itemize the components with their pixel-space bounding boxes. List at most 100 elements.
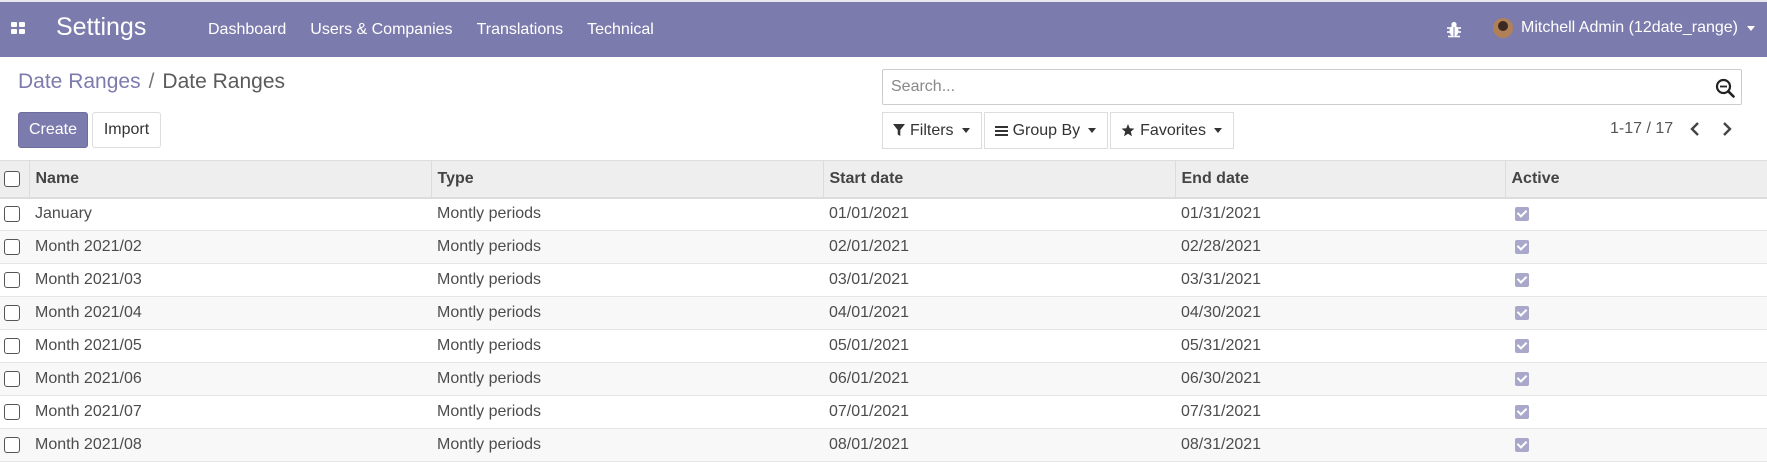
row-checkbox[interactable] [4,271,20,288]
row-checkbox[interactable] [4,436,20,453]
page-title: Date Ranges [162,70,285,93]
column-header-start-date[interactable]: Start date [822,160,1175,198]
search-bar [882,69,1742,105]
table-row[interactable]: Month 2021/07 Montly periods 07/01/2021 … [0,395,1767,429]
cell-name[interactable]: Month 2021/05 [29,329,431,363]
cell-start-date[interactable]: 06/01/2021 [823,362,1175,396]
column-header-end-date[interactable]: End date [1174,160,1505,198]
search-input[interactable] [883,70,1683,104]
bug-icon[interactable] [1446,20,1462,38]
table-row[interactable]: Month 2021/03 Montly periods 03/01/2021 … [0,263,1767,297]
filters-label: Filters [910,121,954,139]
select-all-cell [0,161,29,198]
cell-name[interactable]: January [29,197,431,231]
favorites-label: Favorites [1140,121,1206,139]
cell-active [1505,296,1767,330]
filters-button[interactable]: Filters [882,112,982,149]
cell-end-date[interactable]: 03/31/2021 [1175,263,1505,297]
cell-type[interactable]: Montly periods [431,395,823,429]
cell-name[interactable]: Month 2021/07 [29,395,431,429]
cell-type[interactable]: Montly periods [431,230,823,264]
cell-name[interactable]: Month 2021/02 [29,230,431,264]
table-row[interactable]: Month 2021/04 Montly periods 04/01/2021 … [0,296,1767,330]
row-select-cell [0,362,29,396]
row-checkbox[interactable] [4,304,20,321]
cell-type[interactable]: Montly periods [431,428,823,462]
menu-item-dashboard[interactable]: Dashboard [208,21,286,39]
date-ranges-table: Name Type Start date End date Active Jan… [0,160,1767,462]
chevron-down-icon [1088,128,1097,133]
search-icon[interactable] [1715,78,1735,98]
cell-type[interactable]: Montly periods [431,296,823,330]
select-all-checkbox[interactable] [4,170,20,187]
row-checkbox[interactable] [4,238,20,255]
column-header-type[interactable]: Type [430,160,823,198]
menu-item-users-companies[interactable]: Users & Companies [310,21,452,39]
chevron-left-icon[interactable] [1685,119,1705,139]
cell-name[interactable]: Month 2021/08 [29,428,431,462]
row-checkbox[interactable] [4,370,20,387]
table-row[interactable]: Month 2021/05 Montly periods 05/01/2021 … [0,329,1767,363]
create-button[interactable]: Create [18,112,88,148]
avatar [1493,18,1513,38]
table-row[interactable]: Month 2021/02 Montly periods 02/01/2021 … [0,230,1767,264]
star-icon [1121,124,1135,137]
cell-active [1505,395,1767,429]
apps-menu-icon[interactable] [11,22,26,35]
cell-start-date[interactable]: 07/01/2021 [823,395,1175,429]
row-checkbox[interactable] [4,337,20,354]
cell-start-date[interactable]: 08/01/2021 [823,428,1175,462]
cell-name[interactable]: Month 2021/04 [29,296,431,330]
row-select-cell [0,230,29,264]
menu-item-translations[interactable]: Translations [477,21,564,39]
cell-start-date[interactable]: 02/01/2021 [823,230,1175,264]
cell-start-date[interactable]: 03/01/2021 [823,263,1175,297]
user-menu[interactable]: Mitchell Admin (12date_range) [1493,18,1756,38]
cell-active [1505,230,1767,264]
table-row[interactable]: Month 2021/08 Montly periods 08/01/2021 … [0,428,1767,462]
cell-name[interactable]: Month 2021/03 [29,263,431,297]
cell-end-date[interactable]: 07/31/2021 [1175,395,1505,429]
table-row[interactable]: Month 2021/06 Montly periods 06/01/2021 … [0,362,1767,396]
active-checkbox [1515,305,1529,320]
cell-start-date[interactable]: 04/01/2021 [823,296,1175,330]
menu-item-technical[interactable]: Technical [587,21,654,39]
cell-end-date[interactable]: 06/30/2021 [1175,362,1505,396]
table-row[interactable]: January Montly periods 01/01/2021 01/31/… [0,197,1767,231]
cell-active [1505,263,1767,297]
cell-active [1505,197,1767,231]
cell-type[interactable]: Montly periods [431,329,823,363]
row-checkbox[interactable] [4,206,20,223]
column-header-name[interactable]: Name [28,160,431,198]
pager-value[interactable]: 1-17 / 17 [1610,120,1673,138]
cell-type[interactable]: Montly periods [431,263,823,297]
main-menu: Dashboard Users & Companies Translations… [208,2,678,57]
favorites-button[interactable]: Favorites [1110,112,1234,149]
top-navbar: Settings Dashboard Users & Companies Tra… [0,0,1767,57]
cell-name[interactable]: Month 2021/06 [29,362,431,396]
cell-active [1505,362,1767,396]
cell-end-date[interactable]: 04/30/2021 [1175,296,1505,330]
cell-end-date[interactable]: 08/31/2021 [1175,428,1505,462]
chevron-down-icon [1213,128,1222,133]
cell-start-date[interactable]: 01/01/2021 [823,197,1175,231]
active-checkbox [1515,338,1529,353]
user-name: Mitchell Admin (12date_range) [1521,19,1739,36]
import-button[interactable]: Import [92,112,161,148]
cell-end-date[interactable]: 01/31/2021 [1175,197,1505,231]
cell-end-date[interactable]: 05/31/2021 [1175,329,1505,363]
chevron-right-icon[interactable] [1717,119,1737,139]
app-title[interactable]: Settings [56,13,146,42]
row-checkbox[interactable] [4,403,20,420]
column-header-active[interactable]: Active [1504,160,1767,198]
row-select-cell [0,296,29,330]
table-body: January Montly periods 01/01/2021 01/31/… [0,197,1767,462]
row-select-cell [0,263,29,297]
row-select-cell [0,329,29,363]
cell-type[interactable]: Montly periods [431,362,823,396]
group-by-button[interactable]: Group By [983,112,1109,149]
cell-type[interactable]: Montly periods [431,197,823,231]
breadcrumb-parent-link[interactable]: Date Ranges [18,70,141,94]
cell-end-date[interactable]: 02/28/2021 [1175,230,1505,264]
cell-start-date[interactable]: 05/01/2021 [823,329,1175,363]
